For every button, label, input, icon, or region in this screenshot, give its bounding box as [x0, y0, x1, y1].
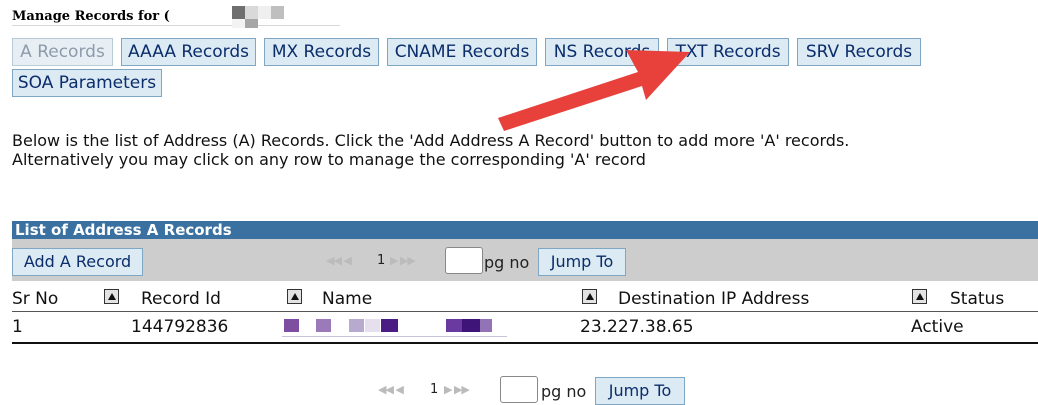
intro-text: Below is the list of Address (A) Records… [12, 131, 849, 169]
col-name: Name [322, 289, 373, 309]
header-divider [12, 311, 1038, 312]
pager-next-icon[interactable]: ▶ ▶▶ [444, 383, 470, 396]
pager-current-page: 1 [430, 382, 439, 397]
jump-to-button[interactable]: Jump To [538, 248, 626, 276]
pager-prev-icon[interactable]: ◀◀ ◀ [326, 254, 352, 267]
sort-up-icon[interactable] [582, 289, 597, 304]
table-bottom-rule [12, 342, 1038, 344]
intro-line-1: Below is the list of Address (A) Records… [12, 131, 850, 150]
cell-sr-no: 1 [12, 317, 23, 337]
col-status: Status [950, 289, 1005, 309]
redacted-name-block [282, 319, 507, 337]
cell-record-id: 144792836 [131, 317, 229, 337]
jump-to-button[interactable]: Jump To [595, 377, 685, 405]
sort-up-icon[interactable] [287, 289, 302, 304]
page-title: Manage Records for ( [12, 9, 170, 24]
tab-mx-records[interactable]: MX Records [264, 38, 379, 66]
pager-current-page: 1 [377, 253, 386, 268]
pager-page-input[interactable] [445, 247, 483, 274]
tab-ns-records[interactable]: NS Records [545, 38, 659, 66]
list-header-title: List of Address A Records [15, 221, 232, 239]
add-a-record-button[interactable]: Add A Record [12, 248, 143, 276]
tab-a-records[interactable]: A Records [12, 38, 113, 66]
col-record-id: Record Id [141, 289, 221, 309]
intro-line-2: Alternatively you may click on any row t… [12, 150, 646, 169]
cell-destination-ip: 23.227.38.65 [580, 317, 694, 337]
col-sr-no: Sr No [12, 289, 59, 309]
cell-status: Active [911, 317, 964, 337]
pager-page-input[interactable] [500, 376, 538, 403]
pager-prev-icon[interactable]: ◀◀ ◀ [378, 383, 404, 396]
col-destination-ip: Destination IP Address [618, 289, 810, 309]
tab-txt-records[interactable]: TXT Records [667, 38, 789, 66]
sort-up-icon[interactable] [104, 289, 119, 304]
sort-up-icon[interactable] [912, 289, 927, 304]
list-toolbar: Add A Record ◀◀ ◀ 1 ▶ ▶▶ pg no Jump To [12, 239, 1038, 281]
tab-cname-records[interactable]: CNAME Records [387, 38, 537, 66]
pager-pg-label: pg no [484, 253, 530, 272]
redacted-domain-mosaic [155, 6, 305, 32]
list-header: List of Address A Records [12, 221, 1038, 239]
tab-aaaa-records[interactable]: AAAA Records [121, 38, 256, 66]
pager-next-icon[interactable]: ▶ ▶▶ [390, 254, 416, 267]
tab-srv-records[interactable]: SRV Records [797, 38, 921, 66]
pager-pg-label: pg no [541, 382, 587, 401]
tab-soa-parameters[interactable]: SOA Parameters [12, 69, 162, 97]
